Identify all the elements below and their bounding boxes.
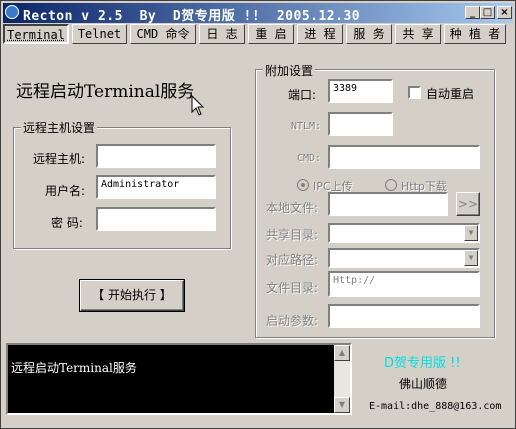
start-params-input[interactable] xyxy=(328,304,480,328)
title-bar: Recton v 2.5 By D贺专用版 !! 2005.12.30 _ □ … xyxy=(3,3,513,24)
maximize-button[interactable]: □ xyxy=(480,6,495,19)
local-file-label: 本地文件: xyxy=(266,201,319,215)
brand-location: 佛山顺德 xyxy=(399,377,448,391)
log-output[interactable]: 远程启动Terminal服务 ▲ ▼ xyxy=(6,343,352,415)
app-icon[interactable] xyxy=(5,5,19,19)
close-button[interactable]: × xyxy=(497,6,512,19)
scroll-down-icon[interactable]: ▼ xyxy=(334,397,350,413)
username-label: 用户名: xyxy=(45,184,86,198)
password-input[interactable] xyxy=(96,207,216,231)
mouse-cursor-icon xyxy=(191,95,205,116)
page-title: 远程启动Terminal服务 xyxy=(16,82,195,102)
extra-settings-group-title: 附加设置 xyxy=(263,62,316,79)
tab-telnet[interactable]: Telnet xyxy=(72,24,127,44)
app-window: Recton v 2.5 By D贺专用版 !! 2005.12.30 _ □ … xyxy=(0,0,516,429)
tab-process[interactable]: 进 程 xyxy=(297,24,343,44)
tab-terminal[interactable]: Terminal xyxy=(3,24,69,44)
cmd-input[interactable] xyxy=(328,145,480,169)
ntlm-label: NTLM: xyxy=(291,121,322,132)
ipc-upload-radio[interactable] xyxy=(297,179,309,191)
file-dir-label: 文件目录: xyxy=(266,281,319,295)
remote-host-group-title: 远程主机设置 xyxy=(21,119,98,136)
port-label: 端口: xyxy=(288,88,317,102)
start-params-label: 启动参数: xyxy=(266,314,319,328)
mapped-path-select[interactable]: ▼ xyxy=(328,248,480,268)
chevron-down-icon: ▼ xyxy=(464,250,478,266)
brand-edition: D贺专用版 !! xyxy=(384,356,461,371)
log-line: 远程启动Terminal服务 xyxy=(11,361,137,375)
brand-email: E-mail:dhe_888@163.com xyxy=(369,401,502,412)
browse-button[interactable]: >> xyxy=(456,192,480,216)
local-file-input[interactable] xyxy=(328,192,448,216)
start-execute-button[interactable]: 【 开始执行 】 xyxy=(79,279,185,312)
tab-share[interactable]: 共 享 xyxy=(395,24,441,44)
log-scrollbar[interactable]: ▲ ▼ xyxy=(334,345,350,413)
ntlm-input[interactable] xyxy=(328,112,393,136)
tab-restart[interactable]: 重 启 xyxy=(248,24,294,44)
mapped-path-label: 对应路径: xyxy=(266,253,319,267)
cmd-label: CMD: xyxy=(297,153,322,164)
tab-cmd[interactable]: CMD 命令 xyxy=(130,24,196,44)
username-input[interactable]: Administrator xyxy=(96,175,216,199)
port-input[interactable]: 3389 xyxy=(328,79,393,103)
minimize-button[interactable]: _ xyxy=(465,6,480,19)
scroll-up-icon[interactable]: ▲ xyxy=(334,345,350,361)
auto-restart-checkbox[interactable] xyxy=(408,86,421,99)
password-label: 密 码: xyxy=(51,216,83,230)
http-download-radio[interactable] xyxy=(385,179,397,191)
share-dir-label: 共享目录: xyxy=(266,228,319,242)
tab-planter[interactable]: 种 植 者 xyxy=(444,24,506,44)
share-dir-select[interactable]: ▼ xyxy=(328,223,480,243)
remote-host-label: 远程主机: xyxy=(33,152,86,166)
chevron-down-icon: ▼ xyxy=(464,225,478,241)
file-dir-input[interactable]: Http:// xyxy=(328,271,480,297)
tab-log[interactable]: 日 志 xyxy=(199,24,245,44)
remote-host-input[interactable] xyxy=(96,144,216,168)
auto-restart-label: 自动重启 xyxy=(426,87,475,101)
tab-service[interactable]: 服 务 xyxy=(346,24,392,44)
window-title: Recton v 2.5 By D贺专用版 !! 2005.12.30 xyxy=(23,9,361,24)
